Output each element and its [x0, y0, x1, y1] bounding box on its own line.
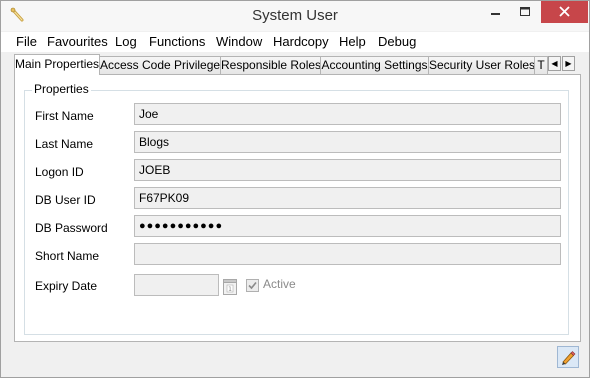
db-password-field[interactable]: ●●●●●●●●●●●: [134, 215, 561, 237]
menu-debug[interactable]: Debug: [378, 34, 416, 49]
properties-group-label: Properties: [32, 82, 91, 96]
tab-accounting-settings[interactable]: Accounting Settings: [320, 56, 429, 74]
first-name-label: First Name: [35, 109, 94, 123]
active-checkbox[interactable]: [246, 279, 259, 292]
logon-id-field[interactable]: JOEB: [134, 159, 561, 181]
tab-security-user-roles[interactable]: Security User Roles: [428, 56, 535, 74]
tab-responsible-roles[interactable]: Responsible Roles: [220, 56, 321, 74]
menu-log[interactable]: Log: [115, 34, 137, 49]
menu-file[interactable]: File: [16, 34, 37, 49]
menu-window[interactable]: Window: [216, 34, 262, 49]
tab-overflow[interactable]: T: [534, 56, 548, 74]
svg-text:1: 1: [228, 286, 232, 293]
title-bar: System User: [1, 1, 589, 31]
menu-functions[interactable]: Functions: [149, 34, 205, 49]
tab-main-properties[interactable]: Main Properties: [14, 54, 100, 75]
db-password-label: DB Password: [35, 221, 108, 235]
short-name-field[interactable]: [134, 243, 561, 265]
tab-strip: Main Properties Access Code Privileges R…: [1, 54, 589, 76]
main-properties-page: Properties First Name Joe Last Name Blog…: [14, 74, 581, 342]
tab-scroll-left-icon[interactable]: ◀: [548, 56, 561, 71]
first-name-field[interactable]: Joe: [134, 103, 561, 125]
tab-access-code-privileges[interactable]: Access Code Privileges: [99, 56, 221, 74]
close-button[interactable]: [541, 1, 588, 23]
calendar-icon[interactable]: 1: [221, 276, 239, 296]
minimize-button[interactable]: [481, 1, 510, 23]
menu-bar: File Favourites Log Functions Window Har…: [1, 32, 589, 52]
edit-button[interactable]: [557, 346, 579, 368]
last-name-label: Last Name: [35, 137, 94, 151]
expiry-date-label: Expiry Date: [35, 279, 98, 293]
expiry-date-field[interactable]: [134, 274, 219, 296]
system-user-window: System User File Favourites Log Function…: [0, 0, 590, 378]
edit-pencil-icon: [558, 351, 578, 370]
logon-id-label: Logon ID: [35, 165, 84, 179]
db-user-id-label: DB User ID: [35, 193, 96, 207]
last-name-field[interactable]: Blogs: [134, 131, 561, 153]
properties-group: Properties First Name Joe Last Name Blog…: [24, 82, 569, 335]
db-user-id-field[interactable]: F67PK09: [134, 187, 561, 209]
active-label: Active: [263, 277, 296, 291]
menu-hardcopy[interactable]: Hardcopy: [273, 34, 329, 49]
menu-favourites[interactable]: Favourites: [47, 34, 108, 49]
short-name-label: Short Name: [35, 249, 100, 263]
maximize-button[interactable]: [511, 1, 540, 23]
menu-help[interactable]: Help: [339, 34, 366, 49]
tab-scroll-right-icon[interactable]: ▶: [562, 56, 575, 71]
